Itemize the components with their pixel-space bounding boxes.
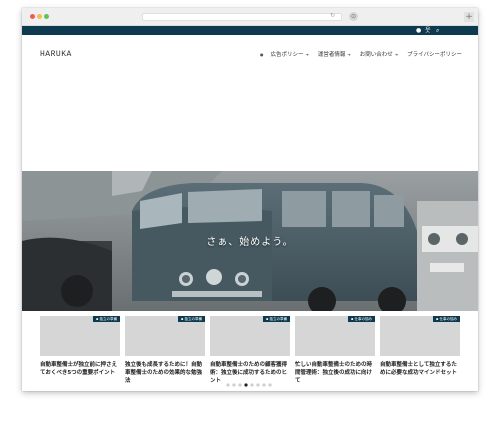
pagination-dot[interactable] — [226, 383, 230, 387]
pagination-dot[interactable] — [238, 383, 242, 387]
pagination-dot[interactable] — [250, 383, 254, 387]
slider-pagination — [226, 383, 272, 387]
pagination-dot[interactable] — [256, 383, 260, 387]
pagination-dot[interactable] — [232, 383, 236, 387]
pagination-dot[interactable] — [268, 383, 272, 387]
pagination-dot-active[interactable] — [244, 383, 248, 387]
pagination-dot[interactable] — [262, 383, 266, 387]
